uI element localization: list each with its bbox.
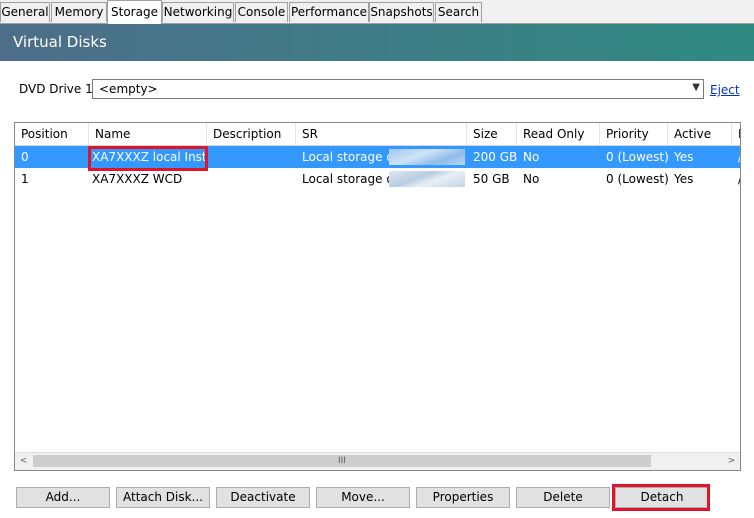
cell-size: 200 GB xyxy=(473,150,517,164)
tab-search[interactable]: Search xyxy=(435,2,482,22)
properties-button[interactable]: Properties xyxy=(416,487,510,508)
cell-position: 0 xyxy=(21,150,29,164)
tab-storage[interactable]: Storage xyxy=(107,0,162,24)
cell-sr: Local storage on xyxy=(302,172,392,186)
tab-general[interactable]: General xyxy=(0,2,50,22)
cell-priority: 0 (Lowest) xyxy=(606,172,668,186)
scroll-right-button[interactable]: > xyxy=(723,453,740,470)
section-header: Virtual Disks xyxy=(0,24,754,61)
cell-read-only: No xyxy=(523,172,540,186)
redacted-region xyxy=(389,171,465,187)
horizontal-scrollbar[interactable]: < III > xyxy=(15,452,740,470)
tab-console[interactable]: Console xyxy=(235,2,288,22)
column-header-position[interactable]: Position xyxy=(15,123,89,145)
tab-bar: General Memory Storage Networking Consol… xyxy=(0,0,754,24)
column-header-size[interactable]: Size xyxy=(467,123,517,145)
cell-read-only: No xyxy=(523,150,540,164)
cell-active: Yes xyxy=(674,172,694,186)
scroll-thumb[interactable]: III xyxy=(33,455,651,467)
grid-header: Position Name Description SR Size Read O… xyxy=(15,123,740,146)
cell-d: / xyxy=(732,168,740,190)
column-header-read-only[interactable]: Read Only xyxy=(517,123,600,145)
cell-d: / xyxy=(732,146,740,168)
add-button[interactable]: Add... xyxy=(16,487,110,508)
table-row[interactable]: 0 XA7XXXZ local Install Local storage on… xyxy=(15,146,740,168)
dvd-drive-select[interactable]: <empty> ▼ xyxy=(92,79,704,99)
cell-description xyxy=(207,168,296,190)
virtual-disks-grid: Position Name Description SR Size Read O… xyxy=(14,122,741,471)
dvd-drive-label: DVD Drive 1: xyxy=(19,82,97,96)
tab-networking[interactable]: Networking xyxy=(162,2,234,22)
column-header-priority[interactable]: Priority xyxy=(600,123,668,145)
cell-name: XA7XXXZ local Install xyxy=(92,150,207,164)
column-header-active[interactable]: Active xyxy=(668,123,732,145)
tab-memory[interactable]: Memory xyxy=(51,2,107,22)
cell-size: 50 GB xyxy=(473,172,510,186)
move-button[interactable]: Move... xyxy=(316,487,410,508)
cell-sr: Local storage on xyxy=(302,150,392,164)
cell-name: XA7XXXZ WCD xyxy=(92,172,183,186)
deactivate-button[interactable]: Deactivate xyxy=(216,487,310,508)
dvd-drive-value: <empty> xyxy=(99,82,158,96)
column-header-sr[interactable]: SR xyxy=(296,123,467,145)
column-header-name[interactable]: Name xyxy=(89,123,207,145)
delete-button[interactable]: Delete xyxy=(516,487,610,508)
attach-disk-button[interactable]: Attach Disk... xyxy=(116,487,210,508)
cell-position: 1 xyxy=(21,172,29,186)
column-header-d[interactable]: D xyxy=(732,123,740,145)
scroll-grip-icon: III xyxy=(338,456,346,466)
tab-performance[interactable]: Performance xyxy=(289,2,369,22)
cell-priority: 0 (Lowest) xyxy=(606,150,668,164)
redacted-region xyxy=(389,149,465,165)
detach-button[interactable]: Detach xyxy=(615,487,709,508)
table-row[interactable]: 1 XA7XXXZ WCD Local storage on 50 GB No … xyxy=(15,168,740,190)
cell-description xyxy=(207,146,296,168)
section-title: Virtual Disks xyxy=(13,33,107,51)
scroll-left-button[interactable]: < xyxy=(15,453,32,470)
column-header-description[interactable]: Description xyxy=(207,123,296,145)
chevron-down-icon[interactable]: ▼ xyxy=(692,82,700,93)
eject-link[interactable]: Eject xyxy=(710,83,740,97)
tab-snapshots[interactable]: Snapshots xyxy=(369,2,434,22)
cell-active: Yes xyxy=(674,150,694,164)
